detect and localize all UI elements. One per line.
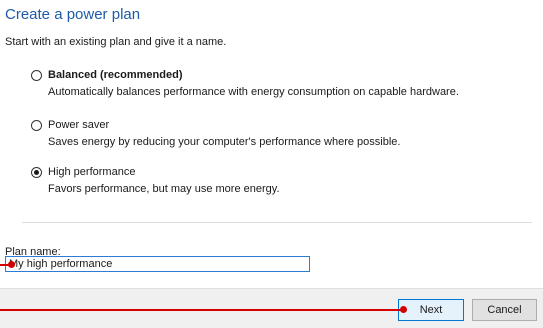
cancel-button[interactable]: Cancel bbox=[472, 299, 537, 321]
next-button[interactable]: Next bbox=[398, 299, 464, 321]
annotation-dot-next bbox=[400, 306, 407, 313]
section-divider bbox=[22, 222, 532, 223]
plan-description-power-saver: Saves energy by reducing your computer's… bbox=[48, 136, 401, 148]
create-power-plan-window: Create a power plan Start with an existi… bbox=[0, 0, 543, 328]
plan-label-power-saver[interactable]: Power saver bbox=[48, 118, 109, 132]
plan-label-balanced[interactable]: Balanced (recommended) bbox=[48, 68, 182, 82]
radio-power-saver[interactable] bbox=[31, 120, 42, 131]
plan-name-input[interactable] bbox=[5, 256, 310, 272]
page-title: Create a power plan bbox=[5, 6, 141, 23]
plan-description-balanced: Automatically balances performance with … bbox=[48, 86, 459, 98]
plan-label-high-performance[interactable]: High performance bbox=[48, 165, 135, 179]
annotation-dot-input bbox=[8, 261, 15, 268]
radio-high-performance[interactable] bbox=[31, 167, 42, 178]
page-subtitle: Start with an existing plan and give it … bbox=[5, 36, 227, 48]
radio-balanced[interactable] bbox=[31, 70, 42, 81]
plan-description-high-performance: Favors performance, but may use more ene… bbox=[48, 183, 280, 195]
annotation-line-next bbox=[0, 309, 404, 311]
